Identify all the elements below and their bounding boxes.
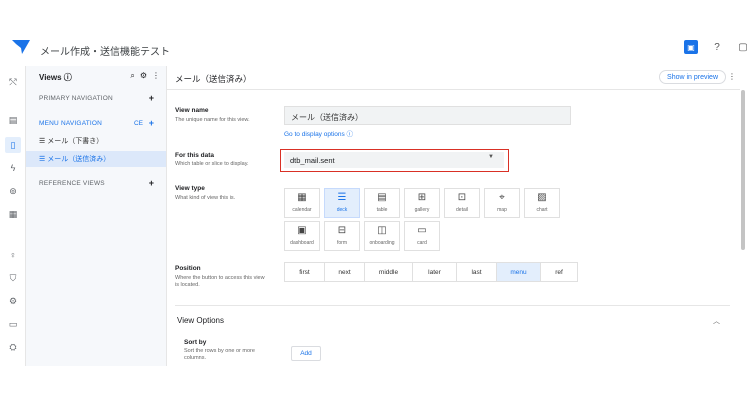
divider — [167, 89, 740, 90]
automation-icon[interactable]: ⊚ — [7, 185, 19, 197]
security-icon[interactable]: ⛉ — [7, 272, 19, 284]
for-this-data-help: Which table or slice to display. — [175, 161, 249, 167]
table-icon: ▤ — [377, 192, 387, 203]
view-type-form[interactable]: ⊟ form — [324, 221, 360, 251]
highlight-box: dtb_mail.sent ▼ — [280, 149, 509, 172]
gallery-icon: ⊞ — [417, 192, 427, 203]
more-icon[interactable]: ⋮ — [152, 71, 160, 81]
data-source-value: dtb_mail.sent — [290, 156, 335, 165]
position-ref[interactable]: ref — [541, 263, 577, 281]
views-panel: Views ⓘ ⌕ ⚙ ⋮ PRIMARY NAVIGATION + MENU … — [26, 66, 167, 366]
view-name-input[interactable]: メール（送信済み） — [284, 106, 571, 125]
view-type-table[interactable]: ▤ table — [364, 188, 400, 218]
position-selector: first next middle later last menu ref — [284, 262, 578, 282]
views-tools: ⌕ ⚙ ⋮ — [130, 71, 160, 81]
top-icons: ▣ ? ▢ — [684, 40, 750, 54]
add-primary-view-button[interactable]: + — [149, 93, 154, 103]
sort-by-label: Sort by — [184, 339, 207, 346]
for-this-data-label: For this data — [175, 152, 215, 159]
add-menu-view-button[interactable]: + — [149, 118, 154, 128]
display-options-link[interactable]: Go to display options ⓘ — [284, 128, 353, 138]
table-icon[interactable]: ▤ — [7, 114, 19, 126]
view-type-card[interactable]: ▭ card — [404, 221, 440, 251]
chart-icon: ▨ — [537, 192, 547, 203]
add-reference-view-button[interactable]: + — [149, 178, 154, 188]
view-type-chart[interactable]: ▨ chart — [524, 188, 560, 218]
view-type-label: View type — [175, 185, 205, 192]
view-type-map[interactable]: ⌖ map — [484, 188, 520, 218]
app-title: メール作成・送信機能テスト — [40, 47, 170, 58]
chevron-down-icon: ▼ — [488, 154, 494, 160]
position-last[interactable]: last — [457, 263, 497, 281]
scrollbar[interactable] — [740, 90, 746, 320]
position-label: Position — [175, 265, 201, 272]
learn-icon[interactable]: ⛭ — [7, 341, 19, 353]
monitor-icon[interactable]: ▭ — [7, 318, 19, 330]
calendar-icon: ▦ — [297, 192, 307, 203]
card-icon: ▭ — [417, 225, 427, 236]
preview-icon[interactable]: ▣ — [684, 40, 698, 54]
view-item-draft[interactable]: ☰ メール（下書き） — [26, 133, 166, 149]
view-type-detail[interactable]: ⊡ detail — [444, 188, 480, 218]
data-source-select[interactable]: dtb_mail.sent ▼ — [284, 152, 504, 168]
settings-icon[interactable]: ⚙ — [7, 295, 19, 307]
position-middle[interactable]: middle — [365, 263, 413, 281]
show-in-preview-button[interactable]: Show in preview — [659, 70, 726, 84]
divider — [175, 305, 730, 306]
form-icon: ⊟ — [337, 225, 347, 236]
position-later[interactable]: later — [413, 263, 457, 281]
menu-navigation-label: MENU NAVIGATION — [39, 120, 103, 127]
view-type-deck[interactable]: ☰ deck — [324, 188, 360, 218]
gear-icon[interactable]: ⚙ — [140, 71, 147, 81]
view-type-gallery[interactable]: ⊞ gallery — [404, 188, 440, 218]
view-type-help: What kind of view this is. — [175, 195, 236, 201]
onboarding-icon: ◫ — [377, 225, 387, 236]
reference-views-label: REFERENCE VIEWS — [39, 180, 105, 187]
view-name-label: View name — [175, 107, 209, 114]
sort-by-help: Sort the rows by one or more columns. — [184, 348, 255, 361]
logo — [12, 40, 30, 59]
position-next[interactable]: next — [325, 263, 365, 281]
view-type-dashboard[interactable]: ▣ dashboard — [284, 221, 320, 251]
chevron-up-icon[interactable]: ︿ — [713, 316, 720, 326]
window-icon[interactable]: ▢ — [736, 40, 750, 54]
primary-navigation-label: PRIMARY NAVIGATION — [39, 95, 113, 102]
dashboard-icon: ▣ — [297, 225, 307, 236]
detail-icon: ⊡ — [457, 192, 467, 203]
view-type-onboarding[interactable]: ◫ onboarding — [364, 221, 400, 251]
list-icon[interactable]: ▦ — [7, 208, 19, 220]
view-type-calendar[interactable]: ▦ calendar — [284, 188, 320, 218]
position-first[interactable]: first — [285, 263, 325, 281]
views-title: Views ⓘ — [39, 73, 72, 82]
search-icon[interactable]: ⌕ — [130, 71, 134, 81]
deck-icon: ☰ — [337, 192, 347, 203]
more-options-icon[interactable]: ⋮ — [728, 72, 736, 81]
add-sort-button[interactable]: Add — [291, 346, 321, 361]
view-editor: メール（送信済み） Show in preview ⋮ View name Th… — [167, 66, 740, 366]
left-rail: ⤲ ▤ ▯ ϟ ⊚ ▦ ♀ ⛉ ⚙ ▭ ⛭ — [0, 66, 26, 366]
help-icon[interactable]: ? — [710, 40, 724, 54]
lightbulb-icon[interactable]: ♀ — [7, 249, 19, 261]
mobile-icon[interactable]: ▯ — [5, 137, 21, 153]
share-icon[interactable]: ⤲ — [7, 76, 19, 88]
view-options-header[interactable]: View Options — [177, 316, 224, 325]
view-item-sent[interactable]: ☰ メール（送信済み） — [26, 151, 166, 167]
flash-icon[interactable]: ϟ — [7, 162, 19, 174]
menu-tag[interactable]: CE — [134, 120, 143, 127]
page-title: メール（送信済み） — [175, 74, 252, 84]
scrollbar-thumb[interactable] — [741, 90, 745, 250]
position-help: Where the button to access this view is … — [175, 275, 265, 288]
view-name-help: The unique name for this view. — [175, 117, 250, 123]
position-menu[interactable]: menu — [497, 263, 541, 281]
map-pin-icon: ⌖ — [499, 192, 505, 203]
